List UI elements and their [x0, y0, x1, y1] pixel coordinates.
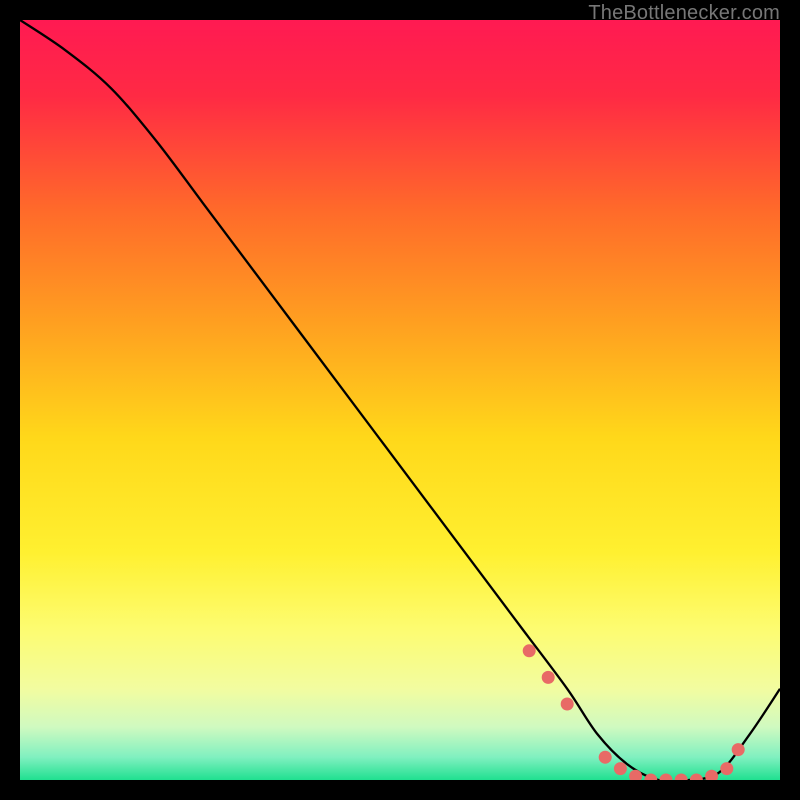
curve-marker	[542, 671, 555, 684]
chart-plot-area	[20, 20, 780, 780]
curve-marker	[599, 751, 612, 764]
curve-marker	[614, 762, 627, 775]
curve-marker	[561, 698, 574, 711]
chart-svg	[20, 20, 780, 780]
gradient-background	[20, 20, 780, 780]
chart-frame: TheBottlenecker.com	[0, 0, 800, 800]
curve-marker	[523, 644, 536, 657]
curve-marker	[720, 762, 733, 775]
curve-marker	[732, 743, 745, 756]
